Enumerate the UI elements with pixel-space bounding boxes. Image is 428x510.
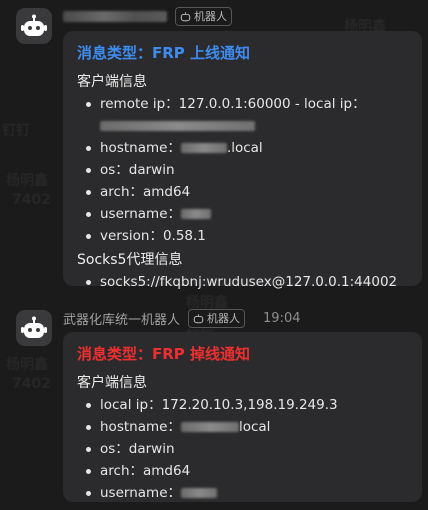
list-item: arch：amd64 xyxy=(77,460,408,482)
socks-info-list: socks5://fkqbnj:wrudusex@127.0.0.1:44002 xyxy=(77,271,408,293)
watermark: 7402 xyxy=(12,376,51,392)
list-item: username： xyxy=(77,203,408,225)
list-item: username： xyxy=(77,482,408,504)
redacted-value xyxy=(180,143,227,153)
message-card: 消息类型：FRP 掉线通知 客户端信息 local ip：172.20.10.3… xyxy=(63,332,422,502)
watermark: 杨明鑫 xyxy=(6,173,48,189)
message-time: 19:04 xyxy=(263,310,301,326)
client-info-list: local ip：172.20.10.3,198.19.249.3 hostna… xyxy=(77,394,408,504)
avatar[interactable] xyxy=(16,8,52,44)
redacted-value xyxy=(181,488,217,498)
section-heading: 客户端信息 xyxy=(77,375,147,391)
robot-icon xyxy=(21,14,47,36)
section-heading: Socks5代理信息 xyxy=(77,252,183,268)
redacted-value xyxy=(180,422,239,432)
robot-icon xyxy=(21,316,47,338)
list-item[interactable]: socks5://fkqbnj:wrudusex@127.0.0.1:44002 xyxy=(77,271,408,293)
bot-tag: 机器人 xyxy=(175,6,232,26)
list-item: version：0.58.1 xyxy=(77,225,408,247)
list-item: arch：amd64 xyxy=(77,181,408,203)
message-title: 消息类型：FRP 掉线通知 xyxy=(77,345,251,363)
list-item: local ip：172.20.10.3,198.19.249.3 xyxy=(77,394,408,416)
list-item: os：darwin xyxy=(77,438,408,460)
watermark: 7402 xyxy=(12,192,51,208)
client-info-list: remote ip：127.0.0.1:60000 - local ip： ho… xyxy=(77,93,408,247)
robot-icon xyxy=(180,11,191,21)
message-card: 消息类型：FRP 上线通知 客户端信息 remote ip：127.0.0.1:… xyxy=(63,31,422,290)
sender-name-redacted xyxy=(63,10,167,22)
list-item: os：darwin xyxy=(77,159,408,181)
watermark: 钉钉 xyxy=(2,123,30,139)
robot-icon xyxy=(193,313,204,323)
section-heading: 客户端信息 xyxy=(77,74,147,90)
bot-tag: 机器人 xyxy=(188,308,246,328)
redacted-value xyxy=(100,121,255,131)
watermark: 杨明鑫 xyxy=(6,357,48,373)
sender-name: 武器化库统一机器人 xyxy=(63,312,181,328)
avatar[interactable] xyxy=(16,310,52,346)
list-item: remote ip：127.0.0.1:60000 - local ip： xyxy=(77,93,408,137)
list-item: hostname： .local xyxy=(77,137,408,159)
redacted-value xyxy=(181,209,211,219)
list-item: hostname： local xyxy=(77,416,408,438)
message-title: 消息类型：FRP 上线通知 xyxy=(77,44,251,62)
